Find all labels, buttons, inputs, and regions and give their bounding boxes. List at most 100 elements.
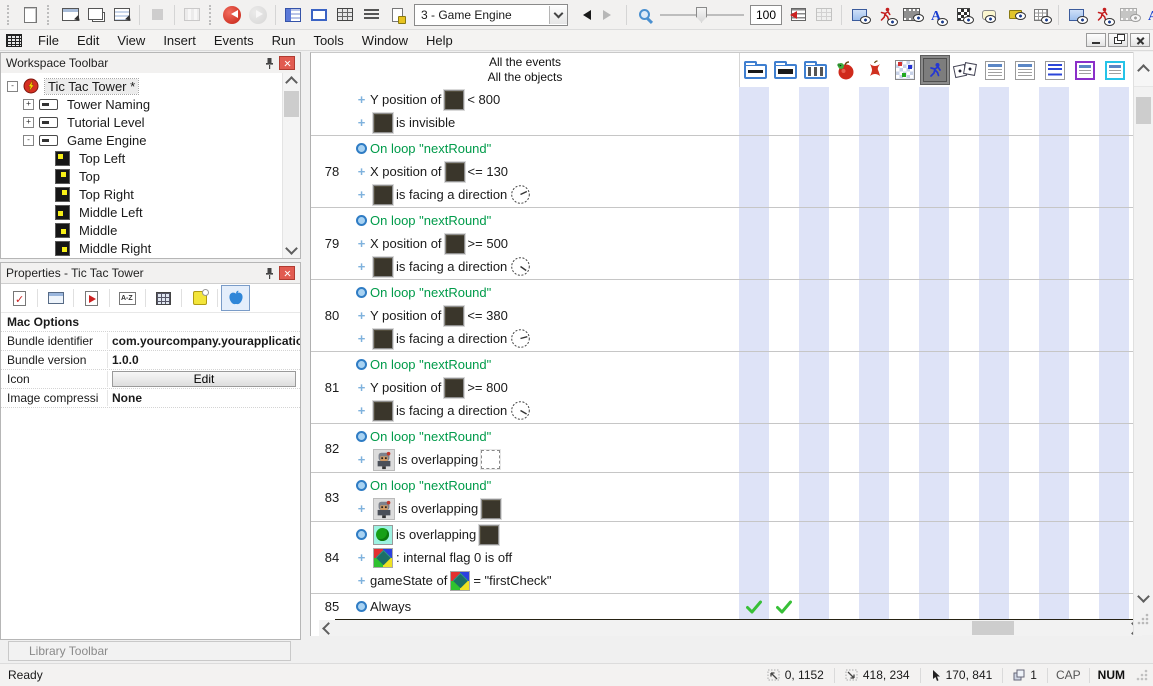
- scroll-down-button[interactable]: [1134, 590, 1153, 606]
- scroll-up-button[interactable]: [1134, 52, 1153, 87]
- properties-tab-settings[interactable]: [5, 285, 34, 311]
- condition-line[interactable]: +Y position of < 800: [353, 88, 739, 111]
- library-toolbar-tab[interactable]: Library Toolbar: [8, 641, 291, 661]
- object-column-checker-map[interactable]: [890, 55, 920, 85]
- filter-bubble-button[interactable]: [976, 3, 1002, 27]
- condition-line[interactable]: is overlapping: [353, 523, 739, 546]
- properties-tab-runtime[interactable]: [77, 285, 106, 311]
- condition-line[interactable]: + is facing a direction: [353, 327, 739, 350]
- object-column-folder-flat[interactable]: [740, 55, 770, 85]
- object-column-list-arrows[interactable]: [1040, 55, 1070, 85]
- view-grid-button[interactable]: [332, 3, 358, 27]
- goto-event-button[interactable]: [785, 3, 811, 27]
- event-conditions[interactable]: On loop "nextRound"+ is overlapping: [353, 473, 739, 521]
- event-grid-cells[interactable]: [739, 473, 1134, 521]
- view-event-list-button[interactable]: [280, 3, 306, 27]
- condition-line[interactable]: +Y position of >= 800: [353, 376, 739, 399]
- workspace-close-button[interactable]: [279, 56, 295, 70]
- scrollbar-thumb[interactable]: [284, 91, 299, 117]
- condition-line[interactable]: On loop "nextRound": [353, 474, 739, 497]
- object-column-folder-cols[interactable]: [800, 55, 830, 85]
- zoom-slider-thumb[interactable]: [696, 7, 707, 23]
- tree-item-middle[interactable]: Middle: [1, 221, 283, 239]
- filter-text-button[interactable]: [924, 3, 950, 27]
- object-column-list-plain[interactable]: [980, 55, 1010, 85]
- event-editor-button[interactable]: [109, 3, 135, 27]
- condition-line[interactable]: On loop "nextRound": [353, 425, 739, 448]
- event-number[interactable]: 78: [311, 136, 353, 207]
- condition-line[interactable]: On loop "nextRound": [353, 137, 739, 160]
- event-conditions[interactable]: Always: [353, 594, 739, 619]
- properties-tab-values[interactable]: [113, 285, 142, 311]
- event-number[interactable]: 79: [311, 208, 353, 279]
- condition-line[interactable]: +X position of <= 130: [353, 160, 739, 183]
- horizontal-scrollbar[interactable]: [319, 620, 1142, 636]
- menu-item-help[interactable]: Help: [417, 31, 462, 50]
- condition-line[interactable]: + is invisible: [353, 111, 739, 134]
- restore-button[interactable]: [1108, 33, 1128, 47]
- menu-item-events[interactable]: Events: [205, 31, 263, 50]
- chevron-down-icon[interactable]: [549, 6, 567, 24]
- condition-line[interactable]: + : internal flag 0 is off: [353, 546, 739, 569]
- event-number[interactable]: 80: [311, 280, 353, 351]
- object-column-apple-core[interactable]: [860, 55, 890, 85]
- expander-minus-icon[interactable]: -: [7, 81, 18, 92]
- condition-line[interactable]: + is overlapping: [353, 448, 739, 471]
- event-grid-cells[interactable]: [739, 208, 1134, 279]
- filter-system-button[interactable]: [846, 3, 872, 27]
- object-column-list-purple[interactable]: [1070, 55, 1100, 85]
- filter2-system-button[interactable]: [1063, 3, 1089, 27]
- scrollbar-thumb[interactable]: [1136, 97, 1151, 124]
- zoom-input[interactable]: [750, 5, 782, 25]
- condition-line[interactable]: +gameState of = "firstCheck": [353, 569, 739, 592]
- tree-item-game-engine[interactable]: -Game Engine: [1, 131, 283, 149]
- nav-back-button[interactable]: [219, 3, 245, 27]
- menu-item-file[interactable]: File: [29, 31, 68, 50]
- tree-item-tic-tac-tower[interactable]: -Tic Tac Tower *: [1, 77, 283, 95]
- event-number[interactable]: 82: [311, 424, 353, 472]
- scroll-left-button[interactable]: [319, 620, 335, 636]
- event-grid-cells[interactable]: [739, 280, 1134, 351]
- event-grid-cells[interactable]: [739, 352, 1134, 423]
- properties-tab-window[interactable]: [41, 285, 70, 311]
- condition-line[interactable]: +Y position of <= 380: [353, 304, 739, 327]
- condition-line[interactable]: + is overlapping: [353, 497, 739, 520]
- tree-item-top-right[interactable]: Top Right: [1, 185, 283, 203]
- event-number[interactable]: 84: [311, 522, 353, 593]
- event-number[interactable]: 83: [311, 473, 353, 521]
- properties-tab-about[interactable]: [185, 285, 214, 311]
- view-frame-button[interactable]: [306, 3, 332, 27]
- new-file-button[interactable]: [17, 3, 43, 27]
- tree-item-tutorial-level[interactable]: +Tutorial Level: [1, 113, 283, 131]
- filter-active-button[interactable]: [872, 3, 898, 27]
- menu-item-window[interactable]: Window: [353, 31, 417, 50]
- event-conditions[interactable]: +Y position of < 800+ is invisible: [353, 87, 739, 135]
- expander-plus-icon[interactable]: +: [23, 117, 34, 128]
- property-value[interactable]: com.yourcompany.yourapplication: [108, 333, 300, 349]
- condition-line[interactable]: + is facing a direction: [353, 399, 739, 422]
- menu-item-tools[interactable]: Tools: [304, 31, 352, 50]
- object-column-dice[interactable]: [950, 55, 980, 85]
- event-conditions[interactable]: On loop "nextRound"+Y position of >= 800…: [353, 352, 739, 423]
- filter2-text-button[interactable]: [1141, 3, 1153, 27]
- tree-item-tower-naming[interactable]: +Tower Naming: [1, 95, 283, 113]
- event-conditions[interactable]: is overlapping + : internal flag 0 is of…: [353, 522, 739, 593]
- event-conditions[interactable]: On loop "nextRound"+X position of <= 130…: [353, 136, 739, 207]
- close-button[interactable]: [1130, 33, 1150, 47]
- filter2-active-button[interactable]: [1089, 3, 1115, 27]
- storyboard-editor-button[interactable]: [57, 3, 83, 27]
- event-grid-cells[interactable]: [739, 87, 1134, 135]
- event-conditions[interactable]: On loop "nextRound"+Y position of <= 380…: [353, 280, 739, 351]
- event-grid-cells[interactable]: [739, 424, 1134, 472]
- object-column-runner[interactable]: [920, 55, 950, 85]
- condition-line[interactable]: + is facing a direction: [353, 255, 739, 278]
- menu-item-edit[interactable]: Edit: [68, 31, 108, 50]
- zoom-lens-button[interactable]: [631, 3, 657, 27]
- checkmark-icon[interactable]: [769, 600, 799, 613]
- menu-item-run[interactable]: Run: [263, 31, 305, 50]
- scrollbar-thumb[interactable]: [972, 621, 1014, 635]
- frame-selector-dropdown[interactable]: 3 - Game Engine: [414, 4, 568, 26]
- properties-tab-mac[interactable]: [221, 285, 250, 311]
- tree-item-top[interactable]: Top: [1, 167, 283, 185]
- event-grid-cells[interactable]: [739, 594, 1134, 619]
